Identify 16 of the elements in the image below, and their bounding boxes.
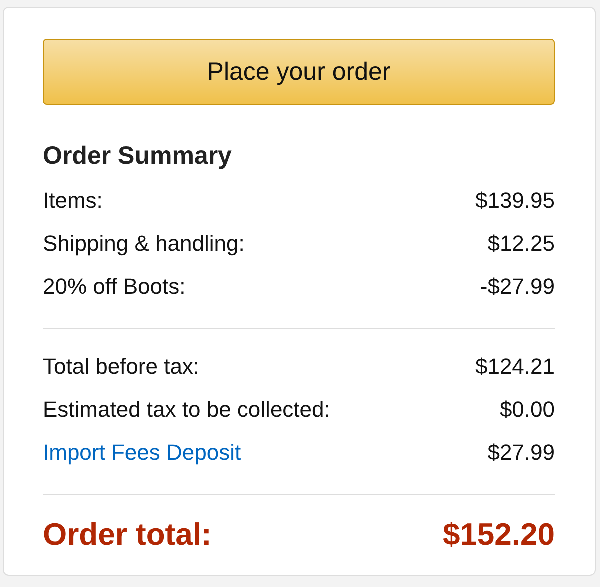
summary-title: Order Summary <box>43 141 233 171</box>
place-order-button[interactable]: Place your order <box>43 39 555 105</box>
line-amount: $0.00 <box>500 396 555 422</box>
line-amount: $27.99 <box>488 440 555 466</box>
line-amount: $139.95 <box>475 188 555 214</box>
line-amount: $12.25 <box>488 230 555 256</box>
line-label: Shipping & handling: <box>43 230 245 256</box>
line-amount: $124.21 <box>475 354 555 380</box>
line-label: Total before tax: <box>43 354 200 380</box>
total-label: Order total: <box>43 517 212 553</box>
line-label: Items: <box>43 188 103 214</box>
total-amount: $152.20 <box>442 517 555 553</box>
import-fees-link[interactable]: Import Fees Deposit <box>43 440 242 466</box>
line-label: 20% off Boots: <box>43 274 186 300</box>
line-amount: -$27.99 <box>480 274 555 300</box>
line-label: Estimated tax to be collected: <box>43 396 330 422</box>
